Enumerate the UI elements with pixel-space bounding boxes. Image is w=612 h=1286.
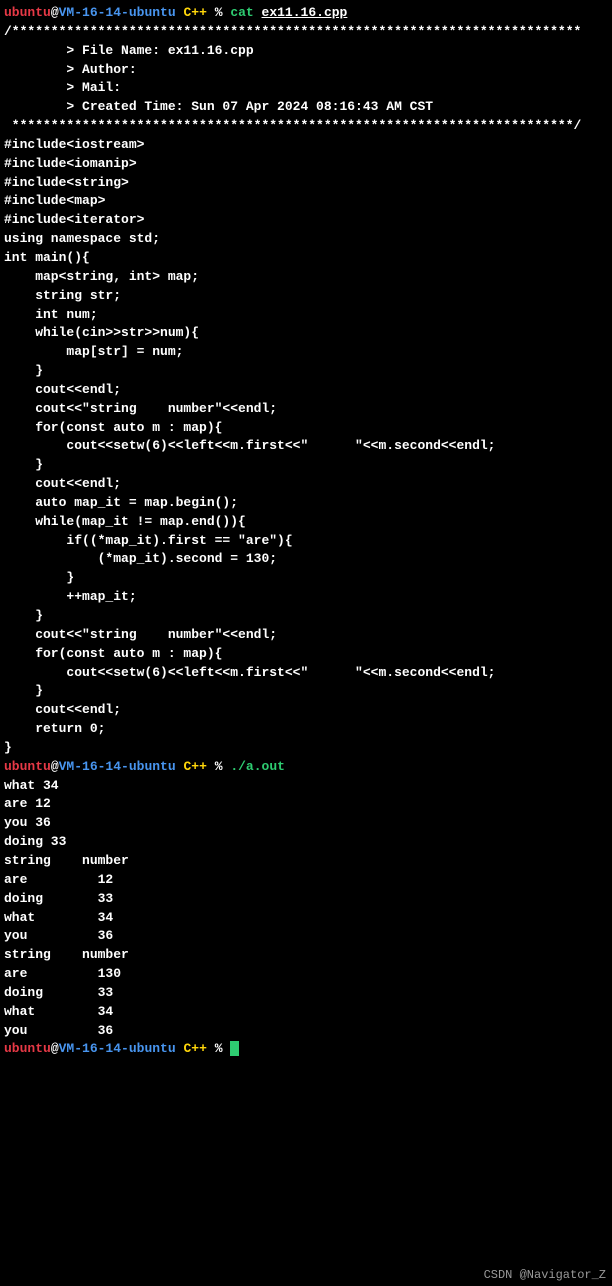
prompt-line-3[interactable]: ubuntu@VM-16-14-ubuntu C++ % (4, 1040, 608, 1059)
output-line: doing 33 (4, 890, 608, 909)
output-line: you 36 (4, 814, 608, 833)
code-line: ****************************************… (4, 117, 608, 136)
output-line: what 34 (4, 777, 608, 796)
prompt-pct: % (215, 5, 223, 20)
code-line: > Mail: (4, 79, 608, 98)
code-line: while(map_it != map.end()){ (4, 513, 608, 532)
prompt-host: VM-16-14-ubuntu (59, 759, 176, 774)
prompt-user: ubuntu (4, 1041, 51, 1056)
watermark: CSDN @Navigator_Z (484, 1267, 606, 1284)
cursor-icon[interactable] (230, 1041, 239, 1056)
output-line: string number (4, 852, 608, 871)
output-line: you 36 (4, 927, 608, 946)
prompt-host: VM-16-14-ubuntu (59, 1041, 176, 1056)
prompt-user: ubuntu (4, 759, 51, 774)
code-line: cout<<setw(6)<<left<<m.first<<" "<<m.sec… (4, 437, 608, 456)
code-line: } (4, 739, 608, 758)
output-line: are 130 (4, 965, 608, 984)
code-line: } (4, 607, 608, 626)
code-line: for(const auto m : map){ (4, 419, 608, 438)
output-line: string number (4, 946, 608, 965)
cmd-exec: ./a.out (230, 759, 285, 774)
code-line: } (4, 362, 608, 381)
prompt-host: VM-16-14-ubuntu (59, 5, 176, 20)
code-line: int main(){ (4, 249, 608, 268)
output-line: are 12 (4, 871, 608, 890)
code-line: cout<<"string number"<<endl; (4, 400, 608, 419)
prompt-line-1: ubuntu@VM-16-14-ubuntu C++ % cat ex11.16… (4, 4, 608, 23)
code-line: auto map_it = map.begin(); (4, 494, 608, 513)
code-line: cout<<setw(6)<<left<<m.first<<" "<<m.sec… (4, 664, 608, 683)
output-line: doing 33 (4, 984, 608, 1003)
code-line: > Author: (4, 61, 608, 80)
prompt-at: @ (51, 1041, 59, 1056)
output-line: what 34 (4, 1003, 608, 1022)
code-line: string str; (4, 287, 608, 306)
code-line: map<string, int> map; (4, 268, 608, 287)
prompt-at: @ (51, 5, 59, 20)
code-line: if((*map_it).first == "are"){ (4, 532, 608, 551)
prompt-pct: % (215, 1041, 223, 1056)
code-line: while(cin>>str>>num){ (4, 324, 608, 343)
prompt-line-2: ubuntu@VM-16-14-ubuntu C++ % ./a.out (4, 758, 608, 777)
code-line: (*map_it).second = 130; (4, 550, 608, 569)
code-line: } (4, 682, 608, 701)
prompt-cpp: C++ (183, 5, 206, 20)
prompt-cpp: C++ (183, 759, 206, 774)
code-line: } (4, 569, 608, 588)
code-line: ++map_it; (4, 588, 608, 607)
code-line: #include<iterator> (4, 211, 608, 230)
code-line: for(const auto m : map){ (4, 645, 608, 664)
code-line: } (4, 456, 608, 475)
code-line: cout<<"string number"<<endl; (4, 626, 608, 645)
code-line: cout<<endl; (4, 701, 608, 720)
code-line: return 0; (4, 720, 608, 739)
output-line: you 36 (4, 1022, 608, 1041)
prompt-cpp: C++ (183, 1041, 206, 1056)
code-line: #include<map> (4, 192, 608, 211)
code-line: #include<iostream> (4, 136, 608, 155)
cmd-file: ex11.16.cpp (262, 5, 348, 20)
code-line: cout<<endl; (4, 475, 608, 494)
code-line: > File Name: ex11.16.cpp (4, 42, 608, 61)
code-line: #include<string> (4, 174, 608, 193)
cmd-cat: cat (230, 5, 253, 20)
code-line: /***************************************… (4, 23, 608, 42)
prompt-at: @ (51, 759, 59, 774)
code-line: int num; (4, 306, 608, 325)
code-line: > Created Time: Sun 07 Apr 2024 08:16:43… (4, 98, 608, 117)
code-line: map[str] = num; (4, 343, 608, 362)
code-line: #include<iomanip> (4, 155, 608, 174)
output-line: are 12 (4, 795, 608, 814)
code-line: cout<<endl; (4, 381, 608, 400)
prompt-pct: % (215, 759, 223, 774)
code-line: using namespace std; (4, 230, 608, 249)
output-line: doing 33 (4, 833, 608, 852)
prompt-user: ubuntu (4, 5, 51, 20)
output-line: what 34 (4, 909, 608, 928)
